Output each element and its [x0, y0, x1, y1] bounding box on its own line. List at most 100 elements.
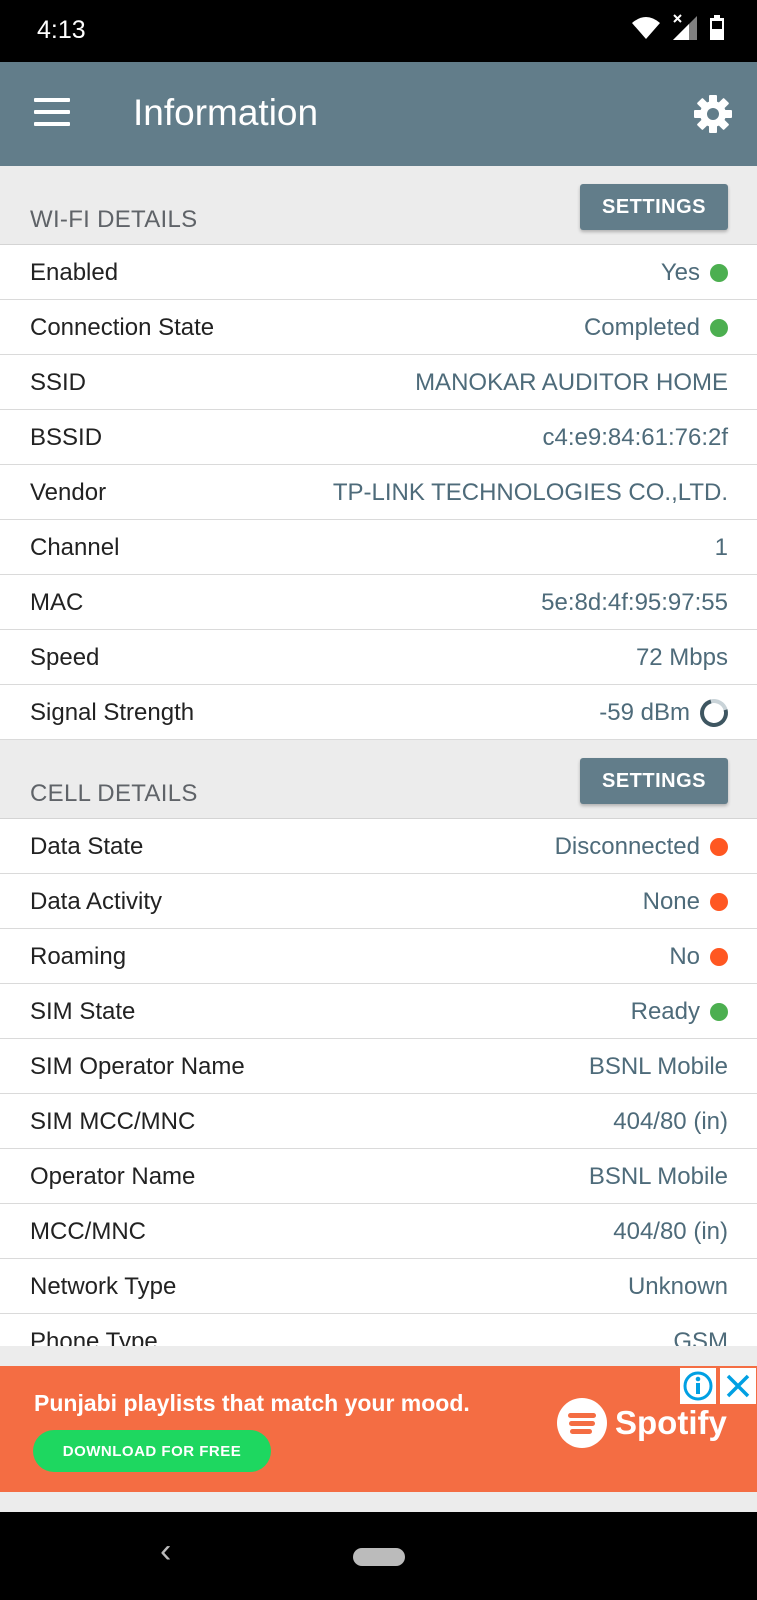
ad-headline: Punjabi playlists that match your mood.: [34, 1390, 470, 1416]
wifi-row-label: BSSID: [30, 424, 103, 451]
ad-info-icon[interactable]: [680, 1368, 716, 1404]
wifi-row-value-text: Yes: [660, 259, 700, 286]
cell-row: Operator Name BSNL Mobile: [0, 1149, 757, 1204]
status-dot-icon: [710, 893, 728, 911]
wifi-row-value: Completed: [584, 314, 728, 342]
cell-row: Data Activity None: [0, 874, 757, 929]
cell-row: Roaming No: [0, 929, 757, 984]
cell-row-label: SIM State: [30, 998, 136, 1025]
wifi-row-value: 72 Mbps: [636, 644, 728, 672]
cell-row-value: None: [643, 888, 728, 916]
cell-signal-icon: [673, 14, 697, 40]
status-dot-icon: [710, 319, 728, 337]
cell-row-value: 404/80 (in): [613, 1108, 728, 1136]
wifi-row: MAC 5e:8d:4f:95:97:55: [0, 575, 757, 630]
wifi-row-value-text: 1: [714, 534, 728, 561]
cell-row-value: BSNL Mobile: [589, 1163, 728, 1191]
wifi-row: Speed 72 Mbps: [0, 630, 757, 685]
battery-icon: [710, 15, 724, 40]
wifi-row-value: c4:e9:84:61:76:2f: [543, 424, 728, 452]
wifi-row-value: 5e:8d:4f:95:97:55: [541, 589, 728, 617]
cell-settings-button[interactable]: SETTINGS: [580, 758, 728, 804]
wifi-row-value: Yes: [661, 259, 728, 287]
wifi-row: SSID MANOKAR AUDITOR HOME: [0, 355, 757, 410]
gear-icon[interactable]: [693, 94, 733, 134]
signal-ring-icon: [694, 693, 734, 733]
wifi-row: Signal Strength -59 dBm: [0, 685, 757, 740]
cell-row-label: SIM MCC/MNC: [30, 1108, 196, 1135]
wifi-row-value-text: 5e:8d:4f:95:97:55: [541, 589, 728, 616]
hamburger-menu-icon[interactable]: [34, 98, 70, 128]
cell-row-value-text: 404/80 (in): [613, 1218, 728, 1245]
app-bar: Information: [0, 62, 757, 166]
cell-row-value-text: Unknown: [627, 1273, 728, 1300]
cell-row: SIM State Ready: [0, 984, 757, 1039]
cell-row-label: MCC/MNC: [30, 1218, 146, 1245]
info-list[interactable]: WI-FI DETAILS SETTINGS Enabled Yes Connect…: [0, 166, 757, 1346]
cell-row-value-text: BSNL Mobile: [588, 1163, 728, 1190]
cell-row-value-text: None: [642, 888, 700, 915]
cell-row-label: Roaming: [30, 943, 127, 970]
cell-row-label: Network Type: [30, 1273, 177, 1300]
status-dot-icon: [710, 948, 728, 966]
ad-close-icon[interactable]: [720, 1368, 756, 1404]
cell-row-label: Operator Name: [30, 1163, 196, 1190]
cell-row-value: BSNL Mobile: [589, 1053, 728, 1081]
cell-row-value-text: No: [669, 943, 700, 970]
cell-row-value-text: GSM: [673, 1328, 728, 1346]
wifi-row-value-text: TP-LINK TECHNOLOGIES CO.,LTD.: [332, 479, 728, 506]
wifi-row-value: -59 dBm: [599, 693, 734, 733]
wifi-row-value-text: Completed: [583, 314, 700, 341]
cell-row: SIM Operator Name BSNL Mobile: [0, 1039, 757, 1094]
wifi-row-label: SSID: [30, 369, 87, 396]
wifi-row-value-text: c4:e9:84:61:76:2f: [542, 424, 728, 451]
cell-row-value-text: BSNL Mobile: [588, 1053, 728, 1080]
ad-brand-name: Spotify: [615, 1404, 727, 1441]
cell-row-value: Ready: [631, 998, 728, 1026]
cell-row: SIM MCC/MNC 404/80 (in): [0, 1094, 757, 1149]
cell-row-value: 404/80 (in): [613, 1218, 728, 1246]
wifi-row-label: Enabled: [30, 259, 119, 286]
status-time: 4:13: [37, 16, 86, 44]
wifi-row-value: MANOKAR AUDITOR HOME: [415, 369, 728, 397]
cell-row-value-text: 404/80 (in): [613, 1108, 728, 1135]
cell-row-label: Data State: [30, 833, 144, 860]
wifi-row: Enabled Yes: [0, 245, 757, 300]
wifi-row: BSSID c4:e9:84:61:76:2f: [0, 410, 757, 465]
cell-row-label: Data Activity: [30, 888, 163, 915]
cell-row-label: Phone Type: [30, 1328, 158, 1346]
cell-row-value: Disconnected: [555, 833, 728, 861]
cell-row: Phone Type GSM: [0, 1314, 757, 1346]
status-dot-icon: [710, 1003, 728, 1021]
wifi-row-label: Signal Strength: [30, 699, 195, 726]
ad-download-button[interactable]: DOWNLOAD FOR FREE: [33, 1430, 271, 1472]
spotify-brand: Spotify: [557, 1398, 727, 1448]
cell-row-value-text: Ready: [630, 998, 700, 1025]
wifi-row-value-text: -59 dBm: [599, 699, 690, 726]
wifi-row-label: Speed: [30, 644, 100, 671]
wifi-row-label: Channel: [30, 534, 120, 561]
wifi-row-label: Vendor: [30, 479, 107, 506]
wifi-row-value: TP-LINK TECHNOLOGIES CO.,LTD.: [333, 479, 728, 507]
system-nav-bar: ‹: [0, 1512, 757, 1600]
wifi-icon: [632, 17, 660, 39]
back-icon[interactable]: ‹: [160, 1532, 171, 1571]
cell-row-label: SIM Operator Name: [30, 1053, 245, 1080]
wifi-details-list: Enabled Yes Connection State Completed SSID M…: [0, 245, 757, 740]
cell-row-value: Unknown: [628, 1273, 728, 1301]
status-bar: 4:13: [0, 0, 757, 62]
spotify-logo-icon: [557, 1398, 607, 1448]
status-dot-icon: [710, 838, 728, 856]
wifi-row: Channel 1: [0, 520, 757, 575]
cell-row-value: GSM: [673, 1328, 728, 1346]
wifi-section-title: WI-FI DETAILS: [30, 206, 198, 233]
home-pill-icon[interactable]: [353, 1548, 405, 1566]
ad-banner[interactable]: Punjabi playlists that match your mood. …: [0, 1366, 757, 1492]
wifi-row-value: 1: [715, 534, 728, 562]
cell-details-list: Data State Disconnected Data Activity None R…: [0, 819, 757, 1346]
wifi-row-label: MAC: [30, 589, 84, 616]
wifi-row-label: Connection State: [30, 314, 215, 341]
cell-row: Data State Disconnected: [0, 819, 757, 874]
cell-row-value-text: Disconnected: [554, 833, 700, 860]
wifi-settings-button[interactable]: SETTINGS: [580, 184, 728, 230]
